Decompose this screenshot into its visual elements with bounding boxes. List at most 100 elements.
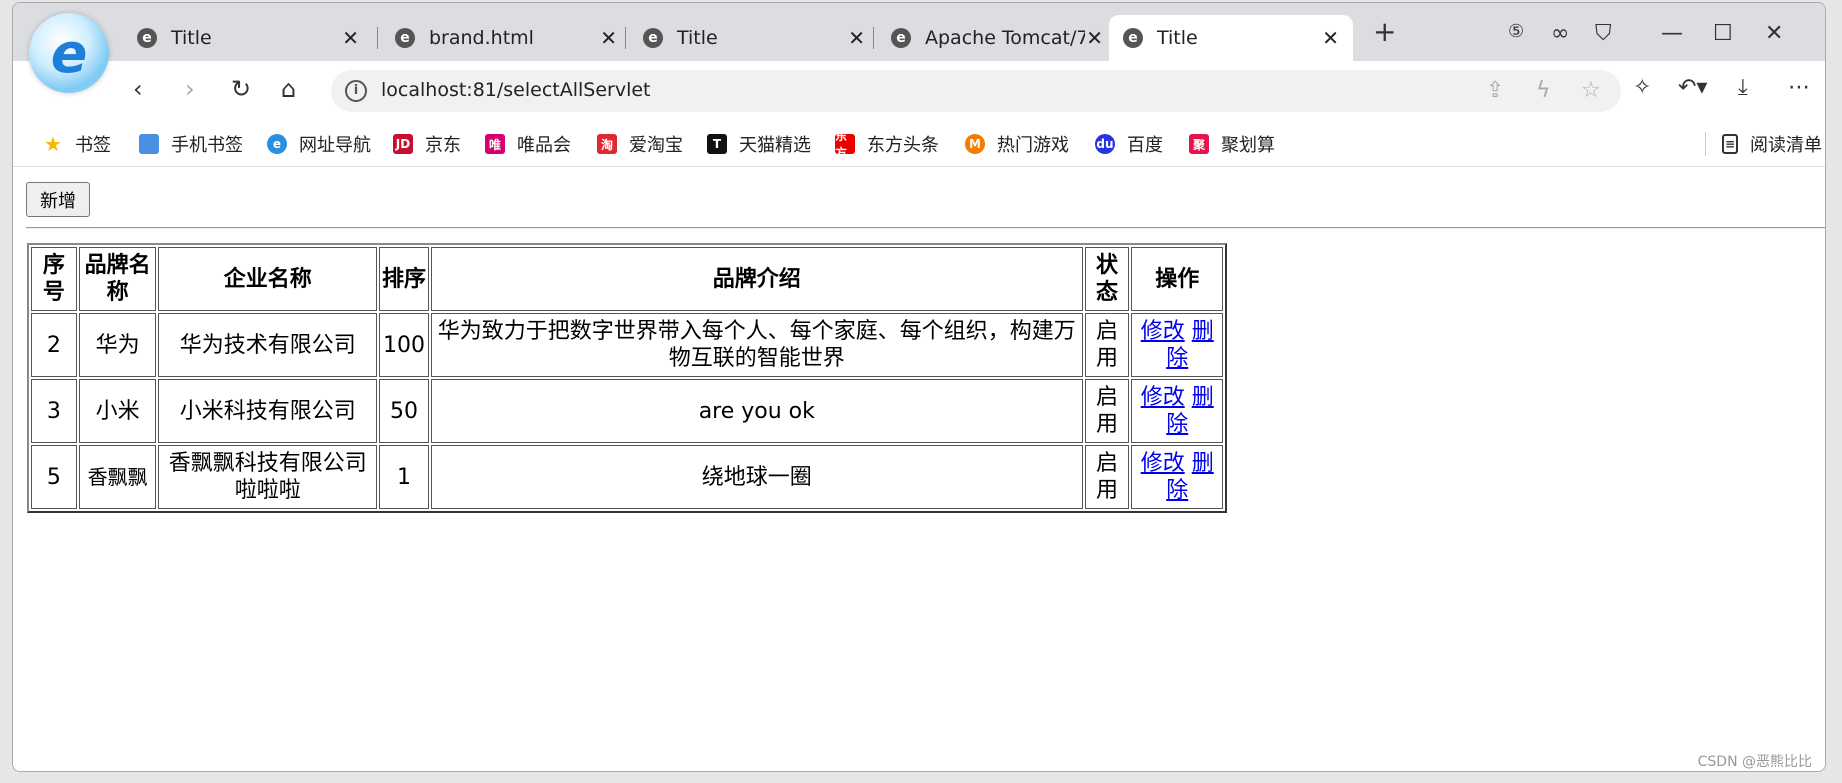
home-button[interactable]: ⌂: [281, 75, 296, 103]
cell-id: 5: [31, 445, 77, 509]
page-favicon-icon: e: [891, 28, 911, 48]
reading-list-button[interactable]: ≡ 阅读清单: [1705, 131, 1822, 157]
cell-status: 启用: [1084, 445, 1130, 509]
bookmark-item[interactable]: T 天猫精选: [707, 131, 811, 157]
bookmark-label: 唯品会: [517, 135, 571, 156]
reading-list-label: 阅读清单: [1750, 135, 1822, 156]
navigation-bar: ‹ › ↻ ⌂ i localhost:81/selectAllServlet …: [13, 61, 1825, 119]
page-content: 新增 序号 品牌名称 企业名称 排序 品牌介绍 状态 操作 2 华为 华为技术有限公司 100 华为…: [13, 168, 1825, 771]
bookmark-item[interactable]: 聚聚划算: [1189, 131, 1275, 157]
forward-button[interactable]: ›: [185, 75, 195, 103]
tab[interactable]: e Title ✕: [123, 15, 373, 61]
more-icon[interactable]: ⋯: [1788, 75, 1810, 100]
tab-label: Title: [677, 27, 718, 49]
edit-link[interactable]: 修改: [1141, 385, 1185, 410]
column-header: 状态: [1084, 247, 1130, 311]
cell-company: 华为技术有限公司: [158, 313, 378, 377]
edit-link[interactable]: 修改: [1141, 319, 1185, 344]
tab[interactable]: e Apache Tomcat/7. ✕: [877, 15, 1117, 61]
undo-icon[interactable]: ↶▾: [1678, 75, 1707, 100]
bookmark-item[interactable]: e 网址导航: [267, 131, 371, 157]
divider: [26, 227, 1825, 229]
cell-actions: 修改 删除: [1131, 445, 1223, 509]
cell-description: 绕地球一圈: [431, 445, 1083, 509]
page-favicon-icon: e: [137, 28, 157, 48]
bookmark-label: 书签: [75, 135, 111, 156]
add-button[interactable]: 新增: [26, 182, 90, 217]
bookmark-label: 东方头条: [867, 135, 939, 156]
column-header: 品牌名称: [78, 247, 157, 311]
close-tab-icon[interactable]: ✕: [342, 26, 359, 50]
table-header-row: 序号 品牌名称 企业名称 排序 品牌介绍 状态 操作: [31, 247, 1223, 311]
edit-link[interactable]: 修改: [1141, 451, 1185, 476]
extensions-icon[interactable]: ✧: [1633, 75, 1651, 100]
url-text[interactable]: localhost:81/selectAllServlet: [381, 79, 651, 101]
jd-icon: JD: [393, 134, 413, 154]
close-tab-icon[interactable]: ✕: [848, 26, 865, 50]
juhuasuan-icon: 聚: [1189, 134, 1209, 154]
cell-actions: 修改 删除: [1131, 379, 1223, 443]
tab[interactable]: e brand.html ✕: [381, 15, 631, 61]
browser-logo: e: [29, 13, 109, 93]
bookmark-item[interactable]: JD 京东: [393, 131, 461, 157]
tab[interactable]: e Title ✕: [629, 15, 879, 61]
cell-id: 3: [31, 379, 77, 443]
lightning-icon[interactable]: ϟ: [1536, 78, 1551, 103]
cell-brand: 小米: [78, 379, 157, 443]
cell-description: are you ok: [431, 379, 1083, 443]
cell-actions: 修改 删除: [1131, 313, 1223, 377]
minimize-button[interactable]: —: [1661, 21, 1683, 46]
column-header: 操作: [1131, 247, 1223, 311]
new-tab-button[interactable]: +: [1373, 15, 1396, 48]
brand-table: 序号 品牌名称 企业名称 排序 品牌介绍 状态 操作 2 华为 华为技术有限公司 100 华为致力于…: [27, 243, 1227, 513]
watermark: CSDN @恶熊比比: [1697, 754, 1812, 770]
back-button[interactable]: ‹: [133, 75, 143, 103]
star-icon: ★: [44, 132, 62, 156]
close-tab-icon[interactable]: ✕: [1322, 26, 1339, 50]
taobao-icon: 淘: [597, 134, 617, 154]
table-row: 3 小米 小米科技有限公司 50 are you ok 启用 修改 删除: [31, 379, 1223, 443]
phone-icon: [139, 134, 159, 154]
bookmark-label: 百度: [1127, 135, 1163, 156]
table-row: 5 香飘飘 香飘飘科技有限公司啦啦啦 1 绕地球一圈 启用 修改 删除: [31, 445, 1223, 509]
incognito-icon[interactable]: ∞: [1551, 21, 1569, 46]
close-tab-icon[interactable]: ✕: [600, 26, 617, 50]
maximize-button[interactable]: ☐: [1713, 21, 1733, 46]
e-icon: e: [267, 134, 287, 154]
favorite-star-icon[interactable]: ☆: [1581, 78, 1601, 103]
bookmark-item[interactable]: 淘爱淘宝: [597, 131, 683, 157]
page-favicon-icon: e: [643, 28, 663, 48]
cell-order: 50: [379, 379, 429, 443]
cell-brand: 香飘飘: [78, 445, 157, 509]
tab-label: Title: [1157, 27, 1198, 49]
bookmark-item[interactable]: 唯唯品会: [485, 131, 571, 157]
tab-active[interactable]: e Title ✕: [1109, 15, 1353, 61]
bookmark-item[interactable]: M 热门游戏: [965, 131, 1069, 157]
download-icon[interactable]: ⤓: [1738, 75, 1748, 100]
tab-bar: e e Title ✕ e brand.html ✕ e Title ✕ e Apache T…: [13, 3, 1825, 93]
share-icon[interactable]: ⇪: [1486, 78, 1504, 103]
column-header: 品牌介绍: [431, 247, 1083, 311]
bookmark-item[interactable]: du 百度: [1095, 131, 1163, 157]
bookmark-item[interactable]: ★ 书签: [43, 131, 111, 157]
bookmark-label: 天猫精选: [739, 135, 811, 156]
close-tab-icon[interactable]: ✕: [1086, 26, 1103, 50]
info-icon[interactable]: i: [345, 80, 367, 102]
divider: [1705, 132, 1706, 156]
reading-list-icon: ≡: [1722, 134, 1738, 154]
page-favicon-icon: e: [1123, 28, 1143, 48]
skin-icon[interactable]: ⛉: [1595, 21, 1612, 46]
column-header: 序号: [31, 247, 77, 311]
baidu-paw-icon: du: [1095, 134, 1115, 154]
table-row: 2 华为 华为技术有限公司 100 华为致力于把数字世界带入每个人、每个家庭、每个组织，…: [31, 313, 1223, 377]
close-window-button[interactable]: ✕: [1765, 21, 1783, 46]
bookmark-label: 手机书签: [171, 135, 243, 156]
column-header: 排序: [379, 247, 429, 311]
tab-count-icon[interactable]: ⑤: [1508, 21, 1524, 42]
address-bar[interactable]: i localhost:81/selectAllServlet ⇪ ϟ ☆: [331, 70, 1621, 112]
cell-company: 香飘飘科技有限公司啦啦啦: [158, 445, 378, 509]
column-header: 企业名称: [158, 247, 378, 311]
bookmark-item[interactable]: 手机书签: [139, 131, 243, 157]
reload-button[interactable]: ↻: [231, 75, 251, 103]
bookmark-item[interactable]: 东方 东方头条: [835, 129, 939, 160]
